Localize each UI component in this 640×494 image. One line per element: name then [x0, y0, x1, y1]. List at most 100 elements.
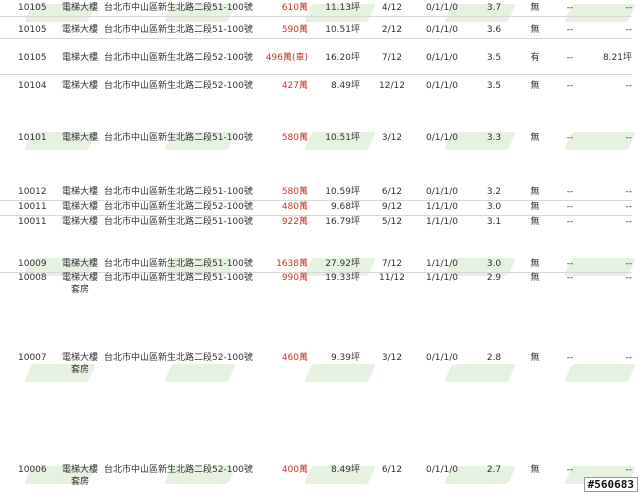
table-row: 10105 電梯大樓 台北市中山區新生北路二段52-100號 496萬(車) 1…	[0, 52, 632, 75]
floor-cell: 6/12	[381, 465, 403, 475]
grade-cell: 2.7	[486, 465, 502, 475]
extra2-cell: --	[625, 81, 633, 91]
table-row: 10008 電梯大樓 套房 台北市中山區新生北路二段51-100號 990萬 1…	[0, 272, 632, 298]
price-cell: 990萬	[281, 273, 308, 283]
price-cell: 610萬	[281, 3, 308, 13]
price-cell: 1638萬	[276, 259, 308, 269]
address-cell: 台北市中山區新生北路二段51-100號	[104, 133, 253, 143]
rooms-cell: 0/1/1/0	[425, 353, 458, 363]
grade-cell: 3.3	[486, 133, 502, 143]
grade-cell: 3.7	[486, 3, 502, 13]
parking-cell: 無	[530, 81, 540, 91]
extra1-cell: --	[566, 25, 574, 35]
date-cell: 10007	[18, 353, 47, 363]
grade-cell: 3.6	[486, 25, 502, 35]
date-cell: 10011	[18, 202, 47, 212]
floor-cell: 3/12	[381, 133, 403, 143]
area-cell: 27.92坪	[325, 259, 360, 269]
price-cell: 496萬(車)	[265, 53, 308, 63]
grade-cell: 3.5	[486, 81, 502, 91]
area-cell: 10.51坪	[325, 133, 360, 143]
parking-cell: 無	[530, 25, 540, 35]
price-cell: 590萬	[281, 25, 308, 35]
type-cell: 電梯大樓	[61, 273, 98, 283]
rooms-cell: 1/1/1/0	[425, 202, 458, 212]
address-cell: 台北市中山區新生北路二段51-100號	[104, 217, 253, 227]
parking-cell: 無	[530, 465, 540, 475]
type-cell: 電梯大樓	[61, 133, 98, 143]
area-cell: 9.68坪	[330, 202, 360, 212]
grade-cell: 3.2	[486, 187, 502, 197]
price-cell: 427萬	[281, 81, 308, 91]
date-cell: 10101	[18, 133, 47, 143]
area-cell: 11.13坪	[325, 3, 360, 13]
table-row: 10104 電梯大樓 台北市中山區新生北路二段52-100號 427萬 8.49…	[0, 80, 632, 94]
area-cell: 10.51坪	[325, 25, 360, 35]
area-cell: 19.33坪	[325, 273, 360, 283]
table-row: 10105 電梯大樓 台北市中山區新生北路二段51-100號 590萬 10.5…	[0, 24, 632, 39]
price-cell: 480萬	[281, 202, 308, 212]
floor-cell: 9/12	[381, 202, 403, 212]
type-cell: 電梯大樓	[61, 3, 98, 13]
rooms-cell: 0/1/1/0	[425, 81, 458, 91]
type-cell: 電梯大樓	[61, 465, 98, 475]
floor-cell: 7/12	[381, 259, 403, 269]
date-cell: 10008	[18, 273, 47, 283]
floor-cell: 12/12	[379, 81, 405, 91]
table-row: 10011 電梯大樓 台北市中山區新生北路二段51-100號 922萬 16.7…	[0, 216, 632, 230]
parking-cell: 無	[530, 133, 540, 143]
address-cell: 台北市中山區新生北路二段51-100號	[104, 3, 253, 13]
floor-cell: 4/12	[381, 3, 403, 13]
area-cell: 16.20坪	[325, 53, 360, 63]
table-row: 10006 電梯大樓 套房 台北市中山區新生北路二段52-100號 400萬 8…	[0, 464, 632, 490]
area-cell: 8.49坪	[330, 81, 360, 91]
rooms-cell: 0/1/1/0	[425, 133, 458, 143]
extra1-cell: --	[566, 259, 574, 269]
rooms-cell: 0/1/1/0	[425, 53, 458, 63]
subtype-cell: 套房	[70, 477, 89, 487]
extra1-cell: --	[566, 273, 574, 283]
grade-cell: 3.0	[486, 259, 502, 269]
extra2-cell: --	[625, 217, 633, 227]
floor-cell: 7/12	[381, 53, 403, 63]
extra1-cell: --	[566, 133, 574, 143]
parking-cell: 有	[530, 53, 540, 63]
extra2-cell: --	[625, 187, 633, 197]
table-row: 10011 電梯大樓 台北市中山區新生北路二段52-100號 480萬 9.68…	[0, 201, 632, 216]
address-cell: 台北市中山區新生北路二段52-100號	[104, 202, 253, 212]
rooms-cell: 1/1/1/0	[425, 217, 458, 227]
area-cell: 9.39坪	[330, 353, 360, 363]
extra2-cell: --	[625, 465, 633, 475]
price-cell: 580萬	[281, 187, 308, 197]
extra1-cell: --	[566, 353, 574, 363]
extra1-cell: --	[566, 81, 574, 91]
parking-cell: 無	[530, 273, 540, 283]
type-cell: 電梯大樓	[61, 217, 98, 227]
extra1-cell: --	[566, 187, 574, 197]
parking-cell: 無	[530, 3, 540, 13]
date-cell: 10105	[18, 53, 47, 63]
type-cell: 電梯大樓	[61, 81, 98, 91]
date-cell: 10105	[18, 3, 47, 13]
extra2-cell: 8.21坪	[602, 53, 632, 63]
address-cell: 台北市中山區新生北路二段51-100號	[104, 25, 253, 35]
type-cell: 電梯大樓	[61, 25, 98, 35]
grade-cell: 3.0	[486, 202, 502, 212]
floor-cell: 11/12	[379, 273, 405, 283]
area-cell: 16.79坪	[325, 217, 360, 227]
extra1-cell: --	[566, 3, 574, 13]
rooms-cell: 0/1/1/0	[425, 25, 458, 35]
extra2-cell: --	[625, 133, 633, 143]
grade-cell: 2.8	[486, 353, 502, 363]
date-cell: 10011	[18, 217, 47, 227]
type-cell: 電梯大樓	[61, 259, 98, 269]
table-row: 10101 電梯大樓 台北市中山區新生北路二段51-100號 580萬 10.5…	[0, 132, 632, 146]
floor-cell: 2/12	[381, 25, 403, 35]
grade-cell: 3.1	[486, 217, 502, 227]
parking-cell: 無	[530, 187, 540, 197]
address-cell: 台北市中山區新生北路二段52-100號	[104, 53, 253, 63]
extra2-cell: --	[625, 273, 633, 283]
subtype-cell: 套房	[70, 285, 89, 295]
table-row: 10009 電梯大樓 台北市中山區新生北路二段51-100號 1638萬 27.…	[0, 258, 632, 273]
table-row: 10105 電梯大樓 台北市中山區新生北路二段51-100號 610萬 11.1…	[0, 2, 632, 17]
